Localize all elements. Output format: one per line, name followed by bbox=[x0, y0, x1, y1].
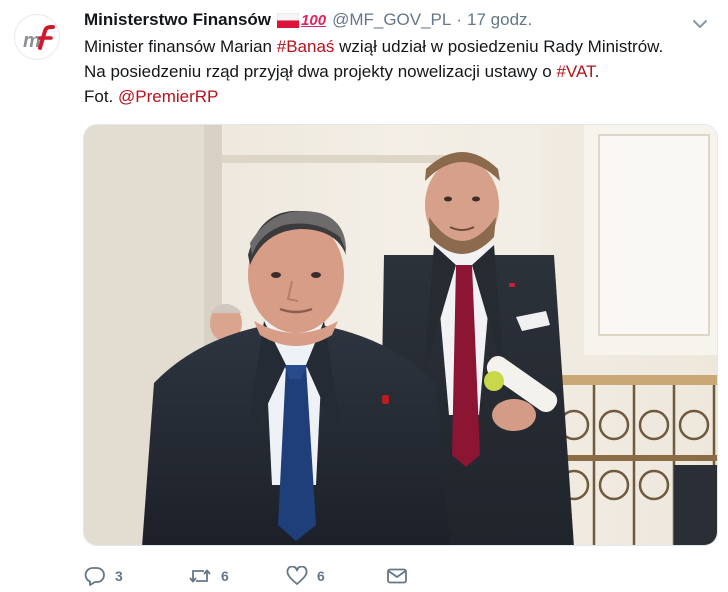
tweet-text: Minister finansów Marian #Banaś wziął ud… bbox=[84, 34, 714, 109]
chevron-down-icon[interactable] bbox=[690, 14, 710, 34]
author-avatar[interactable]: m bbox=[14, 14, 60, 60]
retweet-count: 6 bbox=[221, 568, 229, 584]
tweet-text-line: Minister finansów Marian #Banaś wziął ud… bbox=[84, 34, 714, 59]
tweet-timestamp[interactable]: 17 godz. bbox=[467, 10, 532, 30]
poland-flag-icon bbox=[277, 12, 300, 28]
tweet-header: Ministerstwo Finansów 100 @MF_GOV_PL · 1… bbox=[84, 8, 532, 32]
like-button[interactable]: 6 bbox=[286, 566, 325, 586]
text-fragment: Fot. bbox=[84, 87, 119, 106]
tweet-text-line: Fot. @PremierRP bbox=[84, 84, 714, 109]
heart-icon bbox=[286, 566, 308, 585]
text-fragment: wziął udział w posiedzeniu Rady Ministró… bbox=[334, 37, 664, 56]
direct-message-button[interactable] bbox=[386, 566, 408, 586]
reply-count: 3 bbox=[115, 568, 123, 584]
envelope-icon bbox=[387, 568, 407, 584]
tweet-text-line: Na posiedzeniu rząd przyjął dwa projekty… bbox=[84, 59, 714, 84]
tweet-photo[interactable] bbox=[83, 124, 718, 546]
separator: · bbox=[456, 10, 463, 29]
reply-button[interactable]: 3 bbox=[84, 566, 123, 586]
reply-icon bbox=[84, 567, 105, 586]
retweet-button[interactable]: 6 bbox=[188, 566, 229, 586]
text-fragment: Na posiedzeniu rząd przyjął dwa projekty… bbox=[84, 62, 557, 81]
like-count: 6 bbox=[317, 568, 325, 584]
text-fragment: Minister finansów Marian bbox=[84, 37, 277, 56]
mf-logo-icon: m bbox=[23, 25, 55, 52]
hashtag-link[interactable]: #Banaś bbox=[277, 37, 335, 56]
author-handle[interactable]: @MF_GOV_PL bbox=[332, 10, 451, 30]
author-name[interactable]: Ministerstwo Finansów bbox=[84, 10, 271, 30]
mention-link[interactable]: @PremierRP bbox=[118, 87, 218, 106]
photo-image bbox=[84, 125, 717, 545]
text-fragment: . bbox=[594, 62, 600, 81]
hashtag-link[interactable]: #VAT bbox=[556, 62, 594, 81]
hundred-points-icon: 100 bbox=[301, 11, 327, 29]
retweet-icon bbox=[189, 569, 211, 583]
